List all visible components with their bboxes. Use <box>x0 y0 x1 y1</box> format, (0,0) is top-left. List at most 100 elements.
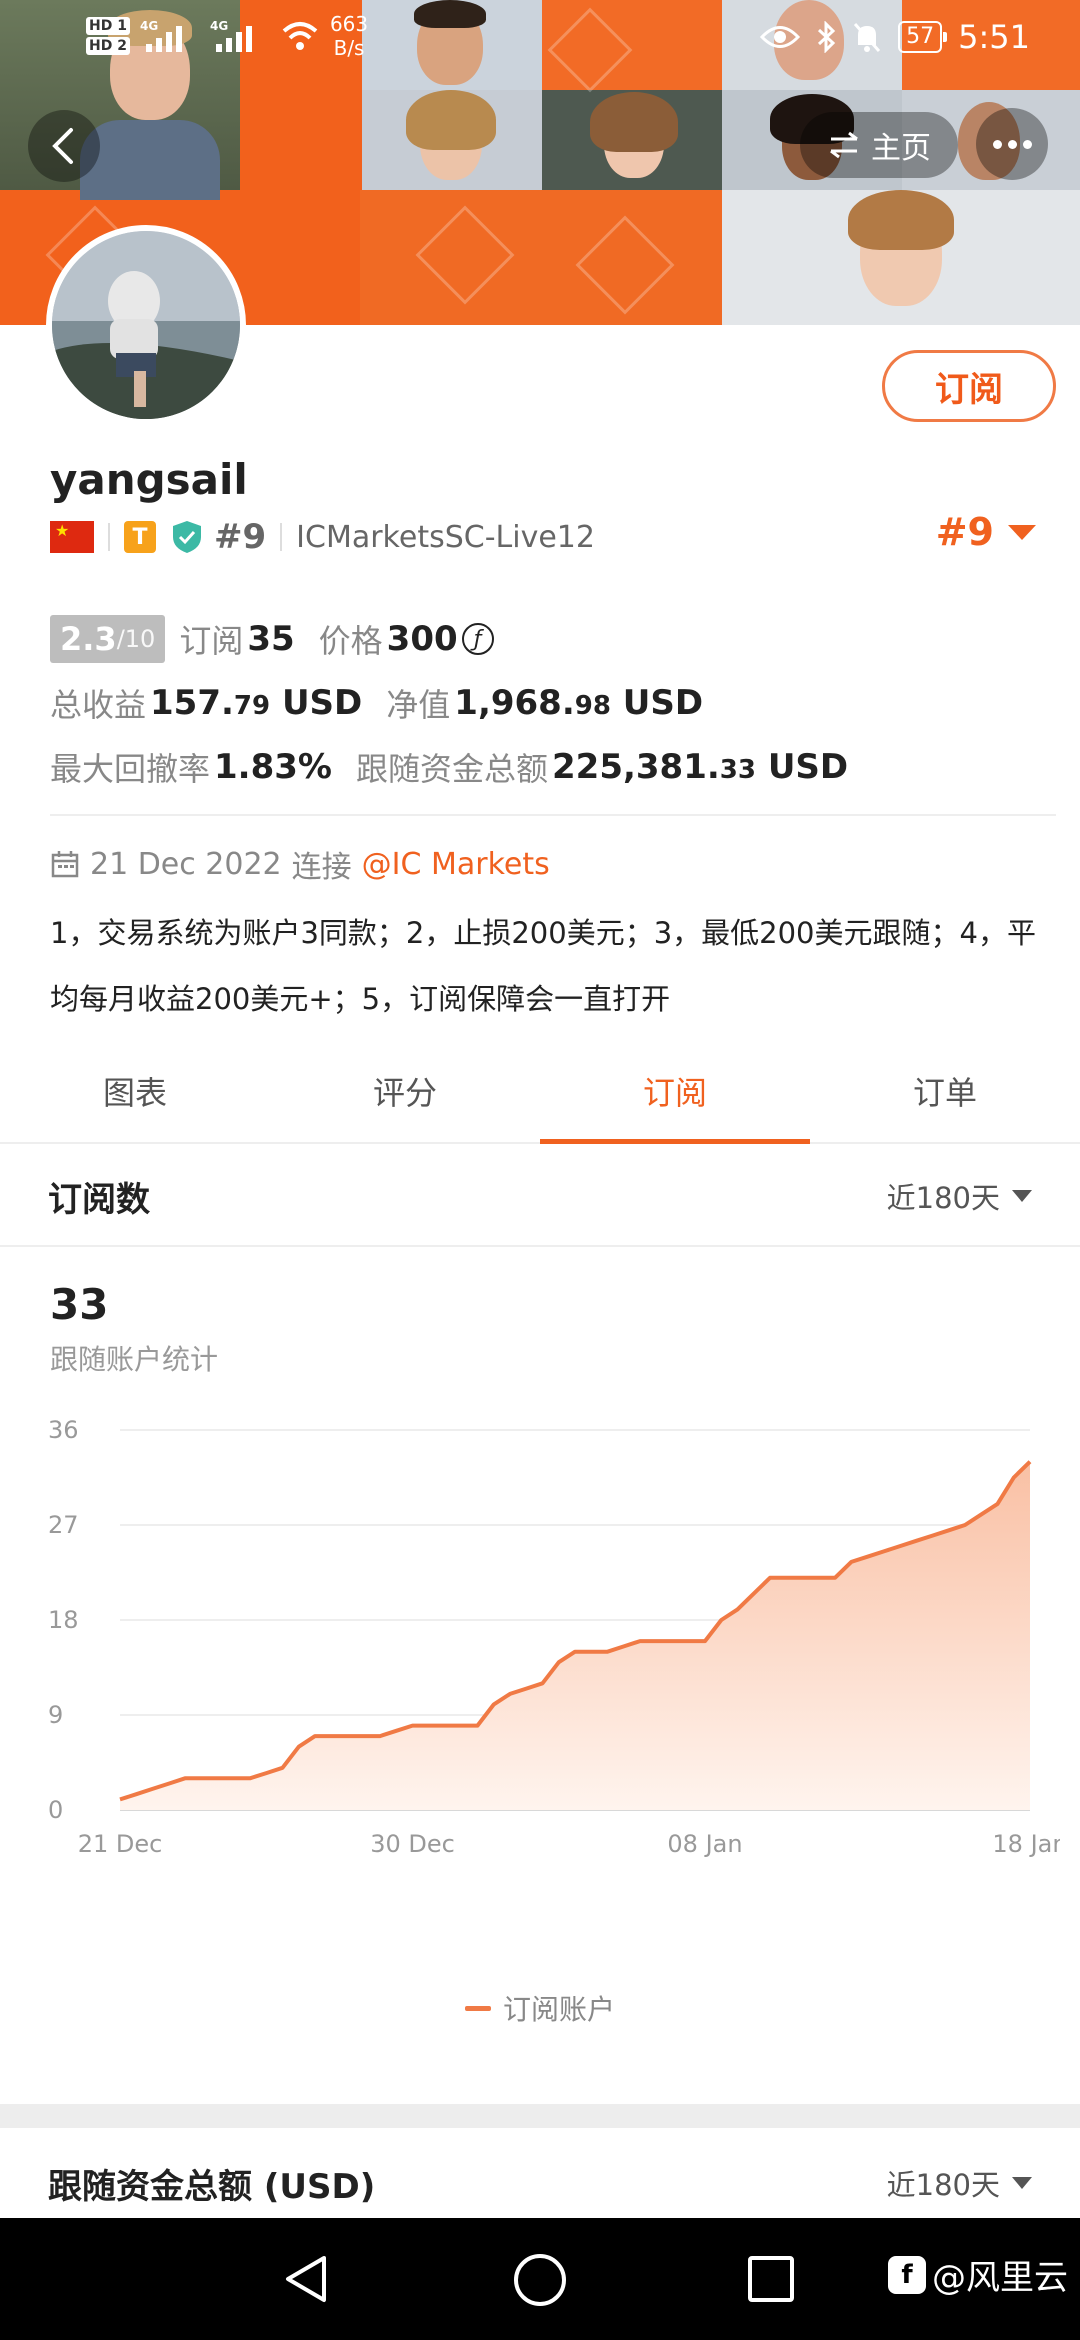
banner-photo-8 <box>722 190 1080 325</box>
subscribe-button[interactable]: 订阅 <box>882 350 1056 422</box>
range-dropdown[interactable]: 近180天 <box>887 2162 1032 2204</box>
section-title: 订阅数 <box>48 1179 150 1220</box>
chevron-down-icon <box>1012 1190 1032 1202</box>
trader-badge: T <box>124 521 156 553</box>
username: yangsail <box>50 455 248 504</box>
y-tick-label: 0 <box>48 1796 63 1824</box>
eye-icon <box>760 26 801 48</box>
banner-photo-4 <box>542 90 722 190</box>
score-max: /10 <box>116 625 156 653</box>
wifi-icon <box>282 22 318 50</box>
subscriber-count: 33 <box>50 1280 109 1329</box>
calendar-icon <box>51 851 79 878</box>
connect-label: 连接 <box>291 850 352 885</box>
switch-icon <box>830 131 858 159</box>
clock: 5:51 <box>958 18 1030 56</box>
person-hair <box>590 92 678 152</box>
status-left: HD 1 HD 2 4G 4G 663 B/s <box>86 12 368 60</box>
back-arrow-icon <box>52 128 73 164</box>
legend-swatch <box>464 2005 491 2011</box>
chevron-down-icon <box>1012 2177 1032 2189</box>
y-tick-label: 27 <box>48 1511 79 1539</box>
range-label: 近180天 <box>886 1181 1000 1215</box>
person-hair <box>406 90 496 150</box>
tab-rating[interactable]: 评分 <box>270 1060 540 1142</box>
equity-value: 1,968.98 USD <box>454 683 704 723</box>
subscriptions-chart: 0 9 18 27 36 21 Dec 30 Dec 08 Jan 18 Jan <box>48 1416 1060 1858</box>
x-tick-label: 30 Dec <box>370 1830 455 1858</box>
y-tick-label: 18 <box>48 1606 79 1634</box>
rank-value: #9 <box>935 510 994 554</box>
nav-home-icon[interactable] <box>512 2252 568 2308</box>
tab-subscribe[interactable]: 订阅 <box>540 1060 810 1144</box>
status-bar: HD 1 HD 2 4G 4G 663 B/s 57 5:51 <box>0 0 1080 80</box>
divider <box>50 814 1056 816</box>
tab-chart[interactable]: 图表 <box>0 1060 270 1142</box>
watermark-text: @风里云 <box>932 2258 1068 2298</box>
y-tick-label: 36 <box>48 1416 79 1444</box>
subscribe-count-label: 订阅 <box>179 622 244 660</box>
score-value: 2.3 <box>60 620 117 658</box>
back-button[interactable] <box>28 110 100 182</box>
battery-icon: 57 <box>898 21 948 53</box>
china-flag-icon <box>50 521 94 553</box>
rank-label: #9 <box>214 517 267 557</box>
dot <box>992 139 1002 149</box>
connection-info: 21 Dec 2022 连接 @IC Markets <box>50 842 550 886</box>
chevron-down-icon <box>1008 524 1036 540</box>
follow-funds-label: 跟随资金总额 <box>355 750 548 788</box>
dot <box>1007 139 1017 149</box>
avatar[interactable] <box>46 225 246 425</box>
sim-indicators: HD 1 HD 2 <box>86 17 130 55</box>
watermark-logo-icon: f <box>888 2255 926 2294</box>
avatar-photo <box>52 231 240 419</box>
tab-orders[interactable]: 订单 <box>810 1060 1080 1142</box>
verified-shield-icon <box>173 521 201 553</box>
score-badge: 2.3 /10 <box>50 615 166 663</box>
strategy-description: 1，交易系统为账户3同款；2，止损200美元；3，最低200美元跟随；4，平均每… <box>50 916 1036 1016</box>
section-separator <box>0 2104 1080 2128</box>
rank-dropdown[interactable]: #9 <box>936 510 1036 554</box>
coin-icon: ƒ <box>461 623 494 655</box>
svg-text:4G: 4G <box>140 19 158 33</box>
banner-photo-3 <box>362 90 542 190</box>
divider <box>280 523 283 551</box>
drawdown-value: 1.83% <box>214 747 332 787</box>
chart-area <box>120 1461 1030 1810</box>
sim1-label: HD 1 <box>86 17 130 35</box>
speed-unit: B/s <box>333 36 365 60</box>
stats-row-2: 总收益 157.79 USD 净值 1,968.98 USD <box>50 680 703 726</box>
price-value: 300 <box>386 619 458 659</box>
bluetooth-icon <box>818 21 836 53</box>
dot <box>1022 139 1032 149</box>
total-profit-value: 157.79 USD <box>150 683 363 723</box>
legend-label: 订阅账户 <box>502 1993 615 2026</box>
signal-icon: 4G <box>140 19 182 52</box>
stats-row-3: 最大回撤率 1.83% 跟随资金总额 225,381.33 USD <box>50 744 848 790</box>
more-button[interactable] <box>976 108 1048 180</box>
person-hair <box>848 190 954 250</box>
follow-funds-value: 225,381.33 USD <box>552 747 849 787</box>
nav-recents-icon[interactable] <box>746 2254 796 2304</box>
nav-back-icon[interactable] <box>280 2252 334 2306</box>
watermark: f @风里云 <box>888 2250 1068 2299</box>
price-label: 价格 <box>318 622 383 660</box>
equity-label: 净值 <box>386 686 451 724</box>
range-dropdown[interactable]: 近180天 <box>887 1175 1032 1217</box>
home-label: 主页 <box>871 131 931 166</box>
broker-link[interactable]: @IC Markets <box>362 847 550 882</box>
drawdown-label: 最大回撤率 <box>50 750 211 788</box>
x-tick-label: 18 Jan <box>992 1830 1060 1858</box>
subscriptions-header: 订阅数 近180天 <box>0 1147 1080 1247</box>
range-label: 近180天 <box>886 2168 1000 2202</box>
subscriber-count-caption: 跟随账户统计 <box>50 1343 219 1376</box>
svg-text:4G: 4G <box>210 19 228 33</box>
home-button[interactable]: 主页 <box>800 112 958 178</box>
speed-value: 663 <box>329 12 369 36</box>
person-shirt <box>80 120 220 200</box>
section-title: 跟随资金总额 (USD) <box>48 2166 376 2207</box>
broker-server: ICMarketsSC-Live12 <box>296 519 595 555</box>
divider <box>108 523 110 551</box>
mute-bell-icon <box>854 23 881 52</box>
stats-row-1: 2.3 /10 订阅 35 价格 300 ƒ <box>50 615 494 663</box>
